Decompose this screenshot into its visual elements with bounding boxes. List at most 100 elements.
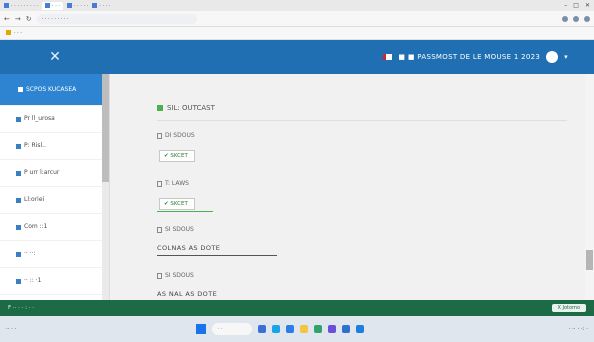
window-controls: – □ ✕ bbox=[564, 2, 590, 9]
bookmarks-bar: · · · bbox=[0, 27, 594, 40]
sidebar-item[interactable]: Pr ll_urosa bbox=[0, 106, 103, 133]
document-icon bbox=[157, 272, 162, 279]
taskbar-search[interactable]: · · bbox=[212, 323, 252, 335]
sidebar-item-label: ·· :: ·1 bbox=[24, 277, 42, 284]
tab-label: · · · · · bbox=[73, 2, 89, 9]
menu-item-icon bbox=[18, 87, 23, 92]
divider bbox=[157, 120, 567, 121]
tab-label: · · · · · · · · · bbox=[11, 2, 39, 9]
section-title: SIL: OUTCAST bbox=[157, 104, 215, 112]
field-label: SI SDOUS bbox=[157, 226, 194, 233]
sidebar: SCPOS KUCASEA Pr ll_urosa P: Risl.. P ur… bbox=[0, 74, 110, 300]
menu-item-icon bbox=[16, 197, 21, 203]
menu-item-icon bbox=[16, 251, 21, 257]
menu-item-icon bbox=[16, 278, 21, 284]
menu-item-icon bbox=[16, 116, 21, 122]
url-input[interactable]: · · · · · · · · · bbox=[36, 13, 197, 24]
field-label-text: SI SDOUS bbox=[165, 272, 194, 279]
tab-favicon-icon bbox=[45, 2, 51, 8]
reload-icon[interactable]: ↻ bbox=[26, 15, 32, 23]
sidebar-item-label: ·· ··: bbox=[24, 250, 36, 257]
sidebar-item[interactable]: Com ::1 bbox=[0, 214, 103, 241]
minimize-icon[interactable]: – bbox=[564, 2, 567, 9]
app-icon[interactable] bbox=[286, 325, 294, 333]
sidebar-item[interactable]: P urr l:arcur bbox=[0, 160, 103, 187]
sidebar-item[interactable]: P: Risl.. bbox=[0, 133, 103, 160]
app-icon[interactable] bbox=[272, 325, 280, 333]
chevron-down-icon[interactable]: ▾ bbox=[564, 53, 568, 61]
sidebar-item-active[interactable]: SCPOS KUCASEA bbox=[0, 74, 103, 106]
status-button[interactable]: X Jotomo bbox=[551, 304, 586, 312]
user-name: ■ ■ PASSMOST DE LE MOUSE 1 2023 bbox=[398, 53, 541, 61]
browser-icon[interactable] bbox=[356, 325, 364, 333]
close-menu-icon[interactable]: ✕ bbox=[0, 49, 110, 65]
browser-tab[interactable]: · · · · bbox=[92, 2, 110, 10]
system-tray[interactable]: · ·· · ·: · bbox=[569, 326, 588, 332]
sidebar-item[interactable]: ·· ··: bbox=[0, 241, 103, 268]
sidebar-item-label: SCPOS KUCASEA bbox=[26, 85, 77, 93]
field-label-text: SI SDOUS bbox=[165, 226, 194, 233]
weather-widget[interactable]: ·· · · bbox=[6, 326, 196, 332]
bookmark-folder-icon bbox=[6, 30, 11, 35]
field-label: DI SDOUS bbox=[157, 132, 195, 139]
field-label-text: DI SDOUS bbox=[165, 132, 195, 139]
taskbar: ·· · · · · · ·· · ·: · bbox=[0, 316, 594, 342]
app-icon[interactable] bbox=[342, 325, 350, 333]
document-icon bbox=[157, 180, 162, 187]
app-icon[interactable] bbox=[314, 325, 322, 333]
select-file-button[interactable]: ✔ SKCET bbox=[159, 198, 195, 210]
app-icon[interactable] bbox=[258, 325, 266, 333]
avatar[interactable] bbox=[546, 51, 559, 63]
user-menu[interactable]: ■ ■ PASSMOST DE LE MOUSE 1 2023 ▾ bbox=[383, 51, 594, 63]
browser-tab[interactable]: · · · · · · · · · bbox=[4, 2, 38, 10]
sidebar-item[interactable]: Ll:oriei bbox=[0, 187, 103, 214]
field-label-text: T: LAWS bbox=[165, 180, 189, 187]
status-text: F ·· · · : · · bbox=[8, 305, 34, 311]
screen: · · · · · · · · · · · · · · · · · · · · … bbox=[0, 0, 594, 342]
sidebar-item[interactable]: ·· :: ·1 bbox=[0, 268, 103, 295]
bookmark-item[interactable]: · · · bbox=[14, 30, 22, 36]
page-scroll-thumb[interactable] bbox=[586, 250, 593, 270]
app-icon[interactable] bbox=[328, 325, 336, 333]
sidebar-item-label: Com ::1 bbox=[24, 223, 48, 230]
folder-icon[interactable] bbox=[300, 325, 308, 333]
windows-start-icon[interactable] bbox=[196, 324, 206, 334]
sidebar-scrollbar[interactable] bbox=[102, 74, 109, 300]
sidebar-item-label: P: Risl.. bbox=[24, 142, 46, 149]
maximize-icon[interactable]: □ bbox=[573, 2, 579, 9]
sidebar-item-label: P urr l:arcur bbox=[24, 169, 60, 176]
close-window-icon[interactable]: ✕ bbox=[585, 2, 590, 9]
taskbar-apps: · · bbox=[196, 323, 364, 335]
field-label: T: LAWS bbox=[157, 180, 189, 187]
browser-tab-active[interactable]: · · · bbox=[42, 1, 63, 10]
menu-item-icon bbox=[16, 224, 21, 230]
section-icon bbox=[157, 105, 163, 111]
back-icon[interactable]: ← bbox=[4, 15, 10, 23]
sidebar-item-label: Ll:oriei bbox=[24, 196, 45, 203]
main-content: SIL: OUTCAST DI SDOUS ✔ SKCET T: LAWS ✔ … bbox=[111, 74, 594, 300]
browser-tab[interactable]: · · · · · bbox=[66, 2, 89, 10]
sidebar-item-label: Pr ll_urosa bbox=[24, 115, 55, 122]
address-bar: ← → ↻ · · · · · · · · · bbox=[0, 11, 594, 27]
extension-icon[interactable] bbox=[562, 15, 568, 22]
forward-icon[interactable]: → bbox=[15, 15, 21, 23]
menu-item-icon bbox=[16, 143, 21, 149]
tab-favicon-icon bbox=[4, 2, 9, 8]
field-underline bbox=[157, 211, 213, 212]
document-icon bbox=[157, 132, 162, 139]
extensions bbox=[562, 15, 590, 22]
tab-label: · · · · bbox=[99, 2, 111, 9]
flag-icon bbox=[383, 54, 393, 60]
page-scrollbar[interactable] bbox=[585, 74, 594, 300]
browser-tabbar: · · · · · · · · · · · · · · · · · · · · … bbox=[0, 0, 594, 11]
sidebar-scroll-thumb[interactable] bbox=[102, 74, 109, 182]
text-field[interactable]: COLNAS AS DOTE bbox=[157, 244, 277, 256]
menu-item-icon bbox=[16, 170, 21, 176]
tab-favicon-icon bbox=[66, 2, 72, 8]
profile-icon[interactable] bbox=[584, 15, 590, 22]
section-title-text: SIL: OUTCAST bbox=[167, 104, 215, 112]
select-file-button[interactable]: ✔ SKCET bbox=[159, 150, 195, 162]
text-field[interactable]: AS NAL AS DOTE bbox=[157, 290, 277, 300]
extension-icon[interactable] bbox=[573, 15, 579, 22]
field-label: SI SDOUS bbox=[157, 272, 194, 279]
